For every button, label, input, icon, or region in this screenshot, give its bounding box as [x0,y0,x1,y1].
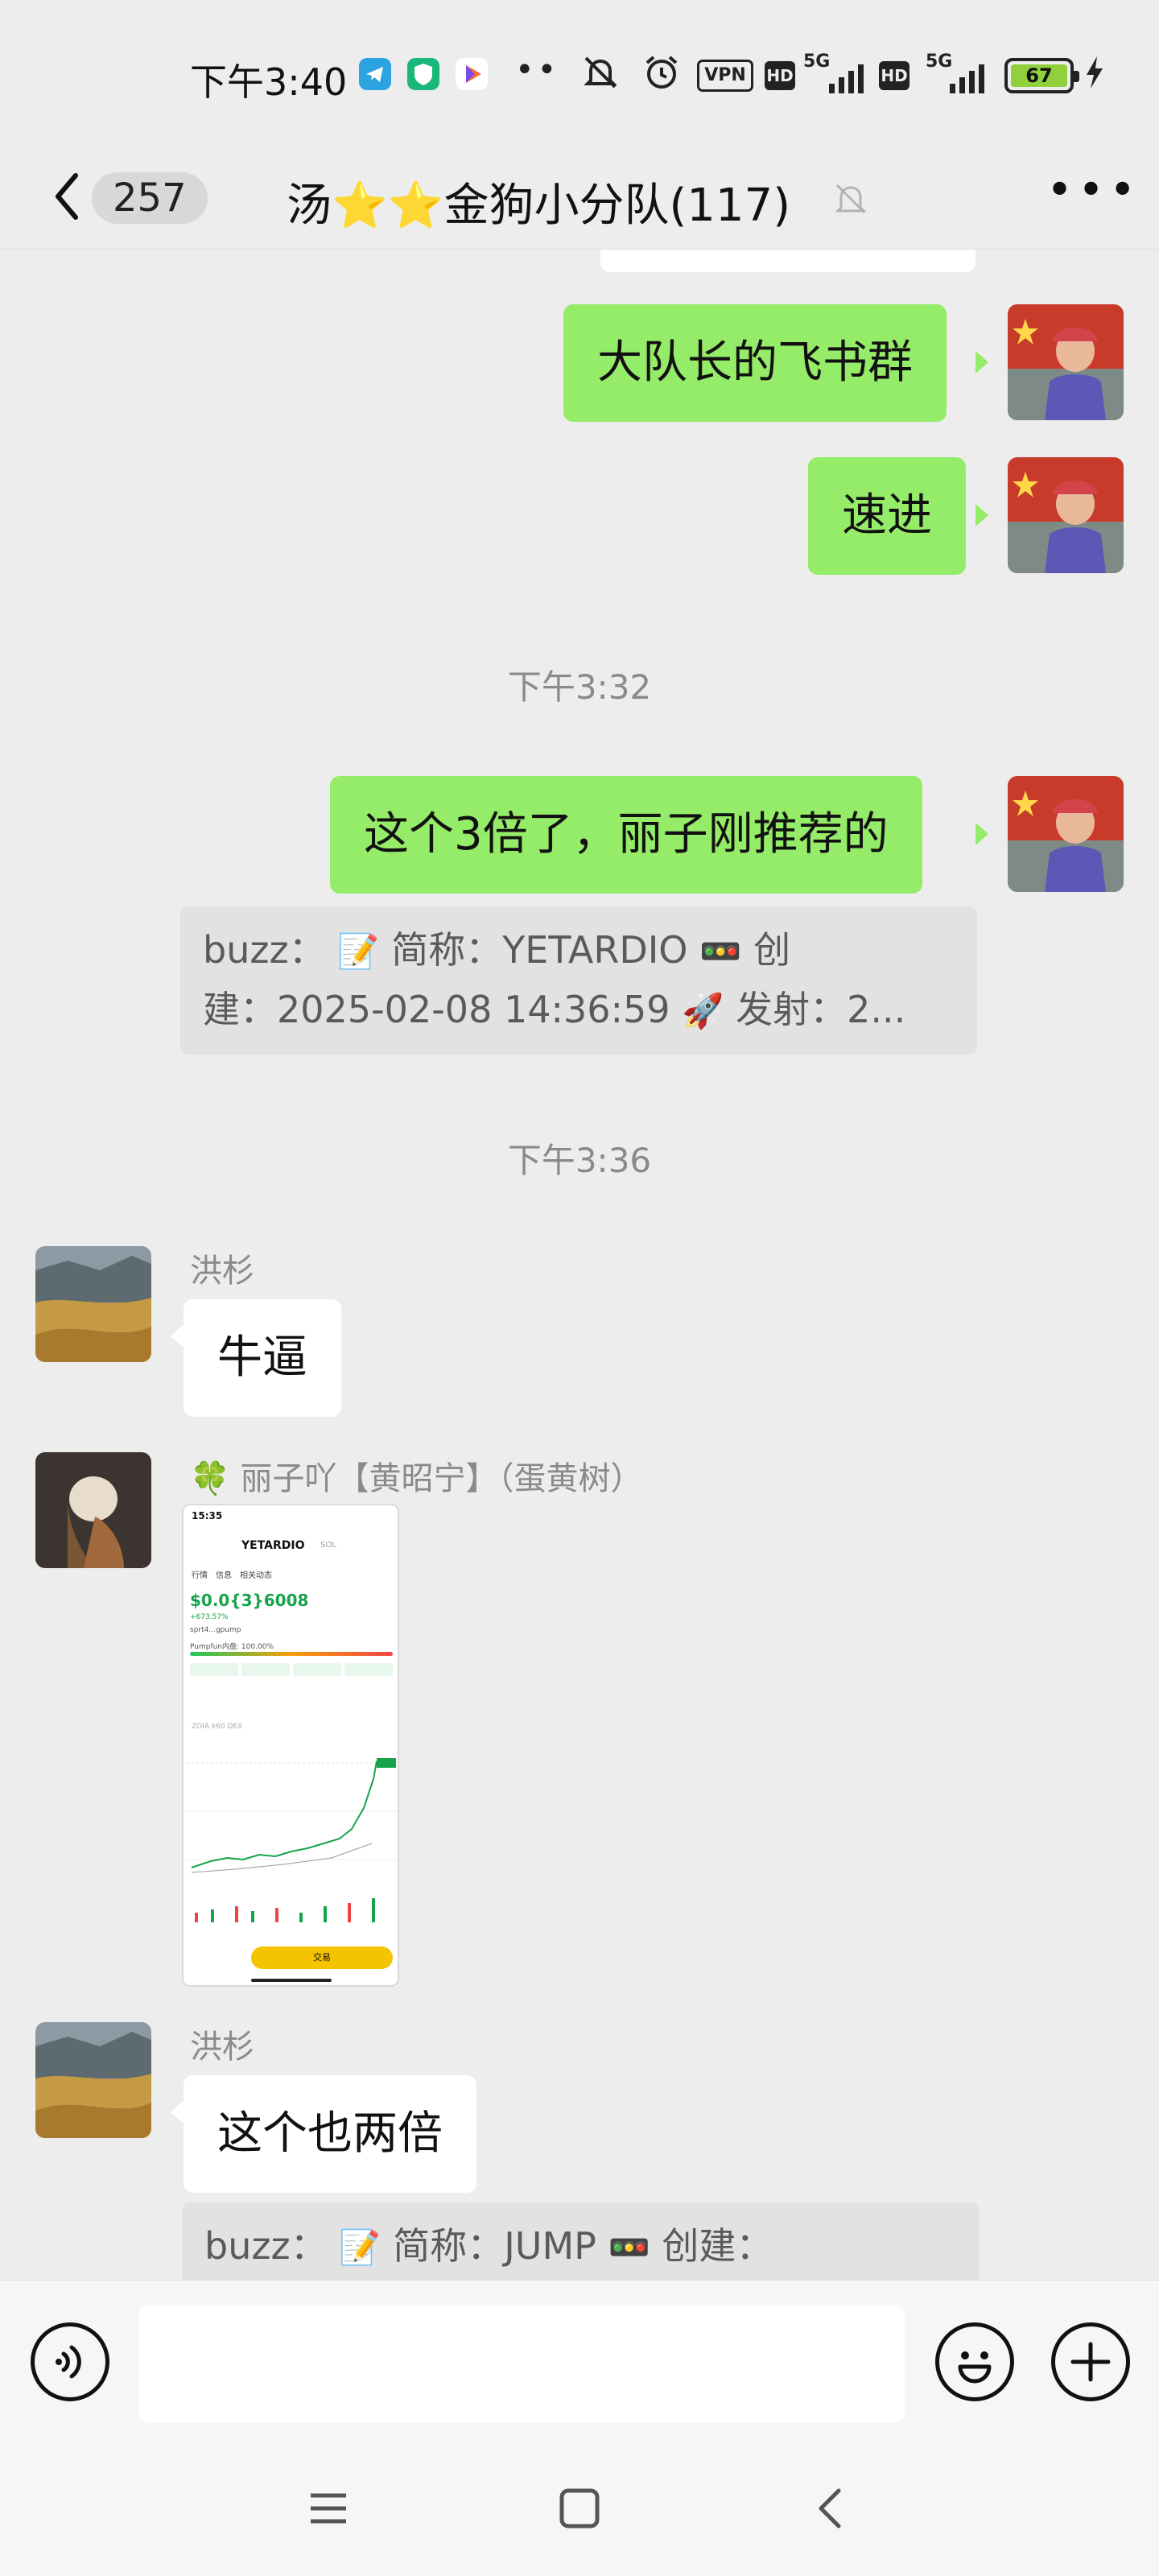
quote-text: 发射：2... [736,988,906,1031]
status-time: 下午3:40 [190,60,348,104]
voice-input-icon[interactable] [31,2322,109,2401]
chain-name: SOL [320,1541,336,1550]
add-attachment-icon[interactable] [1051,2322,1130,2401]
quote-text: 简称：YETARDIO [391,928,688,972]
quote-text: 创建： [662,2224,773,2268]
progress-bar [190,1652,393,1656]
quote-text: buzz： [204,2224,328,2268]
chat-title: 汤⭐⭐金狗小分队(117) [287,169,790,234]
title-suffix: 金狗小分队(117) [443,180,791,232]
hd-badge-2: HD [879,61,909,90]
clover-emoji-icon: 🍀 [190,1460,230,1497]
my-avatar[interactable] [1008,776,1124,892]
message-bubble[interactable]: 速进 [808,457,966,575]
quote-text: 创 [753,928,791,972]
message-bubble[interactable]: 牛逼 [184,1299,341,1417]
network-type-2: 5G [926,52,953,72]
message-bubble[interactable]: 大队长的飞书群 [563,304,947,422]
progress-label: Pumpfun内盘: 100.00% [190,1643,274,1651]
screenshot-tabs: 行情 信息 相关动态 [192,1571,272,1580]
network-type: 5G [803,52,831,72]
message-bubble[interactable]: 这个3倍了，丽子刚推荐的 [330,776,922,894]
shield-app-icon [407,58,439,90]
back-arrow-icon[interactable] [47,164,95,229]
chat-header: 257 汤⭐⭐金狗小分队(117) ••• [0,145,1159,250]
volume-chart [195,1898,375,1922]
emoji-icon[interactable] [935,2322,1014,2401]
back-nav-icon[interactable] [808,2486,853,2534]
token-name: YETARDIO [241,1539,305,1552]
muted-bell-icon [829,177,872,221]
sender-name: 洪杉 [190,1253,254,1290]
sender-name: 洪杉 [190,2029,254,2066]
traffic-light-emoji-icon: 🚥 [699,931,742,971]
mute-bell-icon [580,52,621,101]
play-app-icon [456,58,488,90]
quote-text: buzz： [203,928,326,972]
battery-level: 67 [1011,64,1067,87]
hd-badge: HD [765,61,795,90]
system-nav-bar [0,2441,1159,2576]
image-message[interactable]: 15:35 YETARDIO SOL 行情 信息 相关动态 $0.0{3}600… [182,1504,399,1987]
rocket-emoji-icon: 🚀 [682,991,724,1030]
chart-label: ZOIA k60 DEX [192,1723,243,1731]
quote-text: 建：2025-02-08 14:36:59 [203,988,670,1031]
star-emoji-icon: ⭐⭐ [332,180,444,232]
tag-row [190,1663,393,1676]
screenshot-time: 15:35 [192,1510,223,1521]
input-bar [0,2280,1159,2441]
telegram-icon [359,58,391,90]
battery-icon: 67 [1004,58,1079,93]
vpn-badge: VPN [697,60,753,92]
price-chart [187,1758,398,1873]
contact-avatar[interactable] [35,1246,151,1362]
signal-icon [829,63,864,93]
sender-name-text: 丽子吖【黄昭宁】（蛋黄树） [240,1460,643,1497]
contact-avatar[interactable] [35,1452,151,1568]
message-list[interactable]: 大队长的飞书群 速进 下午3:32 这个3倍了，丽子刚推荐的 buzz： 📝 简… [0,250,1159,2280]
alarm-icon [641,52,683,101]
quoted-message[interactable]: buzz： 📝 简称：JUMP 🚥 创建： [182,2202,979,2280]
quote-text: 简称：JUMP [393,2224,596,2268]
token-address: sprt4...gpump [190,1626,241,1634]
trade-button: 交易 [251,1946,393,1969]
memo-emoji-icon: 📝 [337,931,380,971]
charging-icon [1083,55,1106,98]
more-options-icon[interactable]: ••• [1046,168,1136,219]
traffic-light-emoji-icon: 🚥 [608,2227,650,2267]
price-change: +673.57% [190,1613,229,1621]
menu-nav-icon[interactable] [306,2486,351,2534]
timestamp: 下午3:36 [507,1141,652,1180]
more-notifications-icon: •• [515,52,560,89]
contact-avatar[interactable] [35,2022,151,2138]
signal-icon-2 [950,63,984,93]
sender-name: 🍀 丽子吖【黄昭宁】（蛋黄树） [190,1452,643,1499]
home-nav-icon[interactable] [557,2486,602,2534]
message-bubble[interactable]: 这个也两倍 [184,2075,476,2193]
message-input[interactable] [138,2305,905,2422]
my-avatar[interactable] [1008,457,1124,573]
quoted-message[interactable]: buzz： 📝 简称：YETARDIO 🚥 创 建：2025-02-08 14:… [180,906,977,1055]
my-avatar[interactable] [1008,304,1124,420]
status-bar: 下午3:40 •• VPN HD 5G HD 5G 67 [0,0,1159,145]
unread-count-badge[interactable]: 257 [92,172,208,224]
memo-emoji-icon: 📝 [339,2227,382,2267]
timestamp: 下午3:32 [507,667,652,707]
token-price: $0.0{3}6008 [190,1591,309,1610]
title-prefix: 汤 [287,180,332,232]
previous-message-bubble[interactable] [600,250,975,272]
